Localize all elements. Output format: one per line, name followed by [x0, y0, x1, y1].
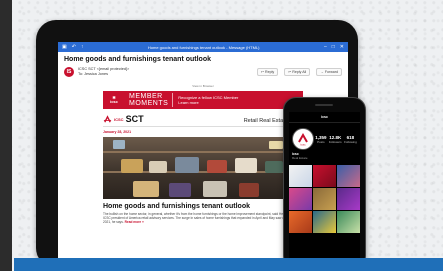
post-tile[interactable] — [313, 188, 336, 210]
reply-button[interactable]: ↩ Reply — [257, 68, 279, 76]
icsc-logo-icon — [103, 114, 112, 123]
view-in-browser-link[interactable]: View in Browser — [58, 84, 348, 88]
stat-followers[interactable]: 12.8K Followers — [329, 135, 342, 144]
post-tile[interactable] — [337, 188, 360, 210]
close-icon[interactable]: ✕ — [340, 44, 344, 50]
read-more-link[interactable]: Read more » — [125, 220, 144, 224]
article-body: The bullish on the home sector, in gener… — [103, 212, 303, 224]
post-tile[interactable] — [289, 211, 312, 233]
brand-org: ICSC — [114, 116, 124, 122]
phone-device: icsc icsc 1,359 Posts 12.8K Followers 61… — [283, 97, 366, 269]
profile-row: icsc 1,359 Posts 12.8K Followers 618 Fol… — [289, 123, 360, 150]
banner-title-line1: MEMBER — [129, 93, 163, 100]
post-tile[interactable] — [313, 211, 336, 233]
undo-icon[interactable]: ↶ — [72, 44, 76, 50]
recipient: To: Jessica Jones — [78, 72, 108, 76]
forward-button[interactable]: → Forward — [316, 68, 342, 76]
minimize-icon[interactable]: – — [324, 44, 327, 50]
post-tile[interactable] — [289, 165, 312, 187]
maximize-icon[interactable]: □ — [332, 44, 335, 50]
profile-header-title: icsc — [321, 115, 328, 119]
sender-avatar: IS — [64, 67, 74, 77]
banner-cta: Recognize a fellow ICSC Member Learn mor… — [173, 95, 238, 105]
post-grid — [289, 165, 360, 233]
banner-cta-link[interactable]: Learn more — [178, 100, 238, 105]
profile-stats: 1,359 Posts 12.8K Followers 618 Followin… — [314, 135, 358, 144]
post-tile[interactable] — [337, 211, 360, 233]
article-title[interactable]: Home goods and furnishings tenant outloo… — [103, 203, 303, 210]
up-arrow-icon[interactable]: ↑ — [81, 44, 84, 50]
forward-label: Forward — [324, 70, 338, 74]
stat-followers-num: 12.8K — [329, 134, 342, 140]
banner-title: MEMBER MOMENTS — [125, 93, 174, 107]
email-subject: Home goods and furnishings tenant outloo… — [64, 56, 211, 63]
sender-row: IS ICSC SCT <[email protected]> To: Jess… — [58, 65, 348, 79]
banner-logo-text: icsc — [110, 99, 118, 104]
post-tile[interactable] — [337, 165, 360, 187]
newsletter-brand: ICSC SCT — [103, 114, 144, 124]
stat-posts-num: 1,359 — [315, 134, 327, 140]
profile-subtitle: Real Estate — [292, 156, 308, 160]
post-tile[interactable] — [289, 188, 312, 210]
profile-avatar[interactable]: icsc — [292, 128, 314, 150]
newsletter-date: January 28, 2021 — [103, 130, 132, 134]
instagram-profile-screen: icsc icsc 1,359 Posts 12.8K Followers 61… — [289, 112, 360, 268]
stat-following[interactable]: 618 Following — [344, 135, 357, 144]
sender-info: ICSC SCT <[email protected]> To: Jessica… — [78, 67, 251, 77]
banner-title-line2: MOMENTS — [129, 100, 169, 107]
reply-all-label: Reply All — [292, 70, 307, 74]
member-moments-banner[interactable]: ✱ icsc MEMBER MOMENTS Recognize a fellow… — [103, 91, 303, 109]
newsletter-header: ICSC SCT Retail Real Estate News — [103, 114, 303, 127]
stat-followers-label: Followers — [328, 139, 342, 144]
brand-name: SCT — [125, 114, 144, 124]
stat-posts[interactable]: 1,359 Posts — [315, 135, 326, 144]
phone-speaker — [315, 104, 333, 106]
icsc-logo-icon: icsc — [298, 132, 308, 147]
bottom-blue-band — [14, 258, 443, 271]
save-icon[interactable]: ▣ — [62, 44, 67, 50]
window-title: Home goods and furnishings tenant outloo… — [147, 44, 260, 50]
reply-all-button[interactable]: ↩ Reply All — [284, 68, 311, 76]
window-titlebar: ▣ ↶ ↑ Home goods and furnishings tenant … — [58, 42, 348, 52]
post-tile[interactable] — [313, 165, 336, 187]
left-edge-bar — [0, 0, 12, 271]
article-photo[interactable] — [103, 137, 303, 199]
reply-label: Reply — [265, 70, 275, 74]
stat-posts-label: Posts — [317, 139, 325, 144]
stat-following-label: Following — [344, 139, 357, 144]
avatar-text: icsc — [300, 143, 306, 147]
banner-logo: ✱ icsc — [103, 96, 125, 104]
